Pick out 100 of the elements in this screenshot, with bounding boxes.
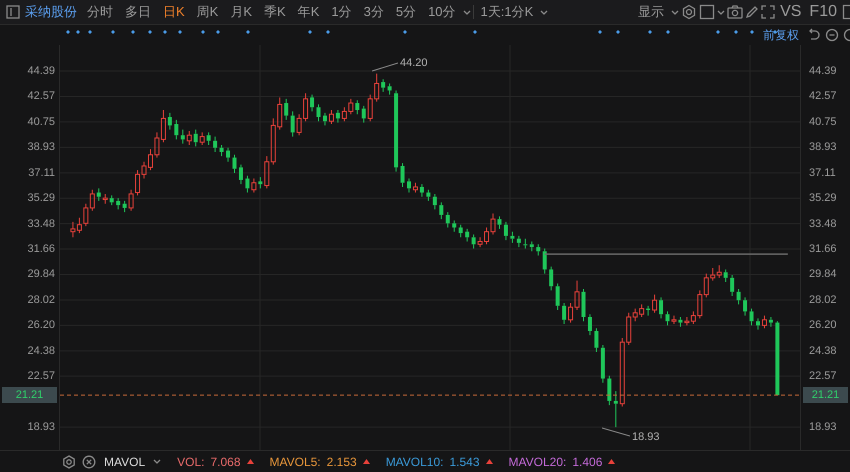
candlestick <box>446 212 450 228</box>
candlestick <box>388 82 392 96</box>
axis-label: 31.66 <box>27 242 55 258</box>
axis-label: 37.11 <box>28 166 55 181</box>
period-tab[interactable]: 季K <box>259 3 291 21</box>
indicator-label: MAVOL5: <box>270 454 321 468</box>
candlestick <box>516 235 521 248</box>
high-price-label: 44.20 <box>400 56 428 70</box>
up-arrow-icon <box>246 459 254 464</box>
period-tab[interactable]: 10分 <box>423 3 461 21</box>
axis-label: 28.02 <box>27 292 55 308</box>
candlestick <box>581 288 586 322</box>
axis-label: 24.38 <box>27 344 55 359</box>
period-tab[interactable]: 3分 <box>358 3 389 21</box>
candlestick <box>284 98 288 120</box>
period-tab[interactable]: 多日 <box>120 3 156 21</box>
candlestick <box>194 129 198 147</box>
candlestick <box>381 78 386 92</box>
candlestick <box>588 314 592 336</box>
axis-label: 18.93 <box>809 420 837 436</box>
caret-icon[interactable] <box>717 8 726 16</box>
compare-button[interactable]: VS <box>777 3 804 21</box>
settings-icon[interactable] <box>62 454 76 468</box>
axis-label: 26.20 <box>27 318 55 334</box>
candlestick <box>238 164 243 185</box>
indicator-value: 7.068 <box>210 454 241 468</box>
candlestick <box>659 296 664 319</box>
candlestick <box>497 216 502 230</box>
leader-line <box>602 427 630 437</box>
square-icon[interactable] <box>699 4 716 20</box>
candlestick <box>406 178 411 194</box>
low-price-label: 18.93 <box>632 430 660 444</box>
candlestick <box>316 104 321 122</box>
indicator-label: VOL: <box>177 454 204 468</box>
candlestick <box>226 147 230 162</box>
indicator-value: 1.543 <box>450 454 480 468</box>
candlestick <box>290 110 295 138</box>
candlestick <box>504 221 508 241</box>
period-tab[interactable]: 1分 <box>326 3 357 21</box>
leader-line <box>372 62 398 72</box>
axis-label: 33.48 <box>27 216 55 232</box>
candlestick <box>743 296 748 316</box>
close-icon[interactable] <box>82 454 96 468</box>
candlestick <box>452 220 456 232</box>
candlestick <box>245 175 250 194</box>
settings-icon[interactable] <box>681 4 698 20</box>
period-tab[interactable]: 日K <box>158 3 190 21</box>
candlestick <box>251 178 256 194</box>
candlestick <box>600 344 605 384</box>
candlestick <box>432 193 437 210</box>
candlestick <box>206 132 211 146</box>
axis-label: 31.66 <box>809 242 837 258</box>
candlestick <box>336 110 340 124</box>
period-tab[interactable]: 分时 <box>82 3 118 21</box>
caret-icon[interactable] <box>462 8 471 16</box>
undo-icon[interactable] <box>807 28 821 42</box>
axis-label: 28.02 <box>809 292 837 308</box>
candlestick <box>523 238 528 249</box>
candlestick <box>730 274 734 297</box>
caret-icon[interactable] <box>671 8 680 16</box>
candlestick <box>439 202 444 220</box>
candlestick <box>646 305 650 316</box>
current-price-label: 21.21 <box>2 387 57 404</box>
period-tab[interactable]: 周K <box>192 3 224 21</box>
candlestick <box>220 144 224 157</box>
fullscreen-icon[interactable] <box>761 5 776 19</box>
camera-icon[interactable] <box>727 5 744 19</box>
axis-label: 29.84 <box>27 267 55 282</box>
candlestick <box>736 288 741 305</box>
period-dropdown[interactable]: 1天:1分K <box>476 3 538 21</box>
caret-icon[interactable] <box>153 458 162 465</box>
stock-name[interactable]: 采纳股份 <box>25 3 77 21</box>
axis-label: 42.57 <box>27 89 55 104</box>
candlestick <box>96 188 101 202</box>
axis-label: 38.93 <box>809 140 837 156</box>
axis-label: 29.84 <box>809 267 837 282</box>
adjust-mode-button[interactable]: 前复权 <box>759 26 803 44</box>
caret-icon[interactable] <box>540 8 548 16</box>
display-dropdown[interactable]: 显示 <box>633 3 670 21</box>
axis-label: 24.38 <box>809 344 837 359</box>
period-tab[interactable]: 5分 <box>390 3 422 21</box>
candlestick <box>542 248 547 274</box>
f10-button[interactable]: F10 <box>806 3 840 21</box>
axis-label: 35.29 <box>27 191 55 206</box>
candlestick <box>549 266 554 291</box>
candlestick <box>110 194 114 206</box>
candlestick <box>594 328 598 352</box>
panel-toggle-icon[interactable] <box>6 5 20 19</box>
candlestick <box>232 154 236 174</box>
candlestick <box>122 200 127 213</box>
axis-label: 38.93 <box>27 140 55 156</box>
period-tab[interactable]: 月K <box>225 3 258 21</box>
period-tab[interactable]: 年K <box>292 3 324 21</box>
up-arrow-icon <box>362 459 370 464</box>
zoom-out-icon[interactable] <box>825 28 839 42</box>
indicator-dropdown[interactable]: MAVOL <box>102 454 148 468</box>
axis-label: 22.57 <box>809 369 837 384</box>
pencil-icon[interactable] <box>745 5 760 19</box>
candlestick <box>355 100 360 115</box>
candlestick <box>556 282 560 311</box>
